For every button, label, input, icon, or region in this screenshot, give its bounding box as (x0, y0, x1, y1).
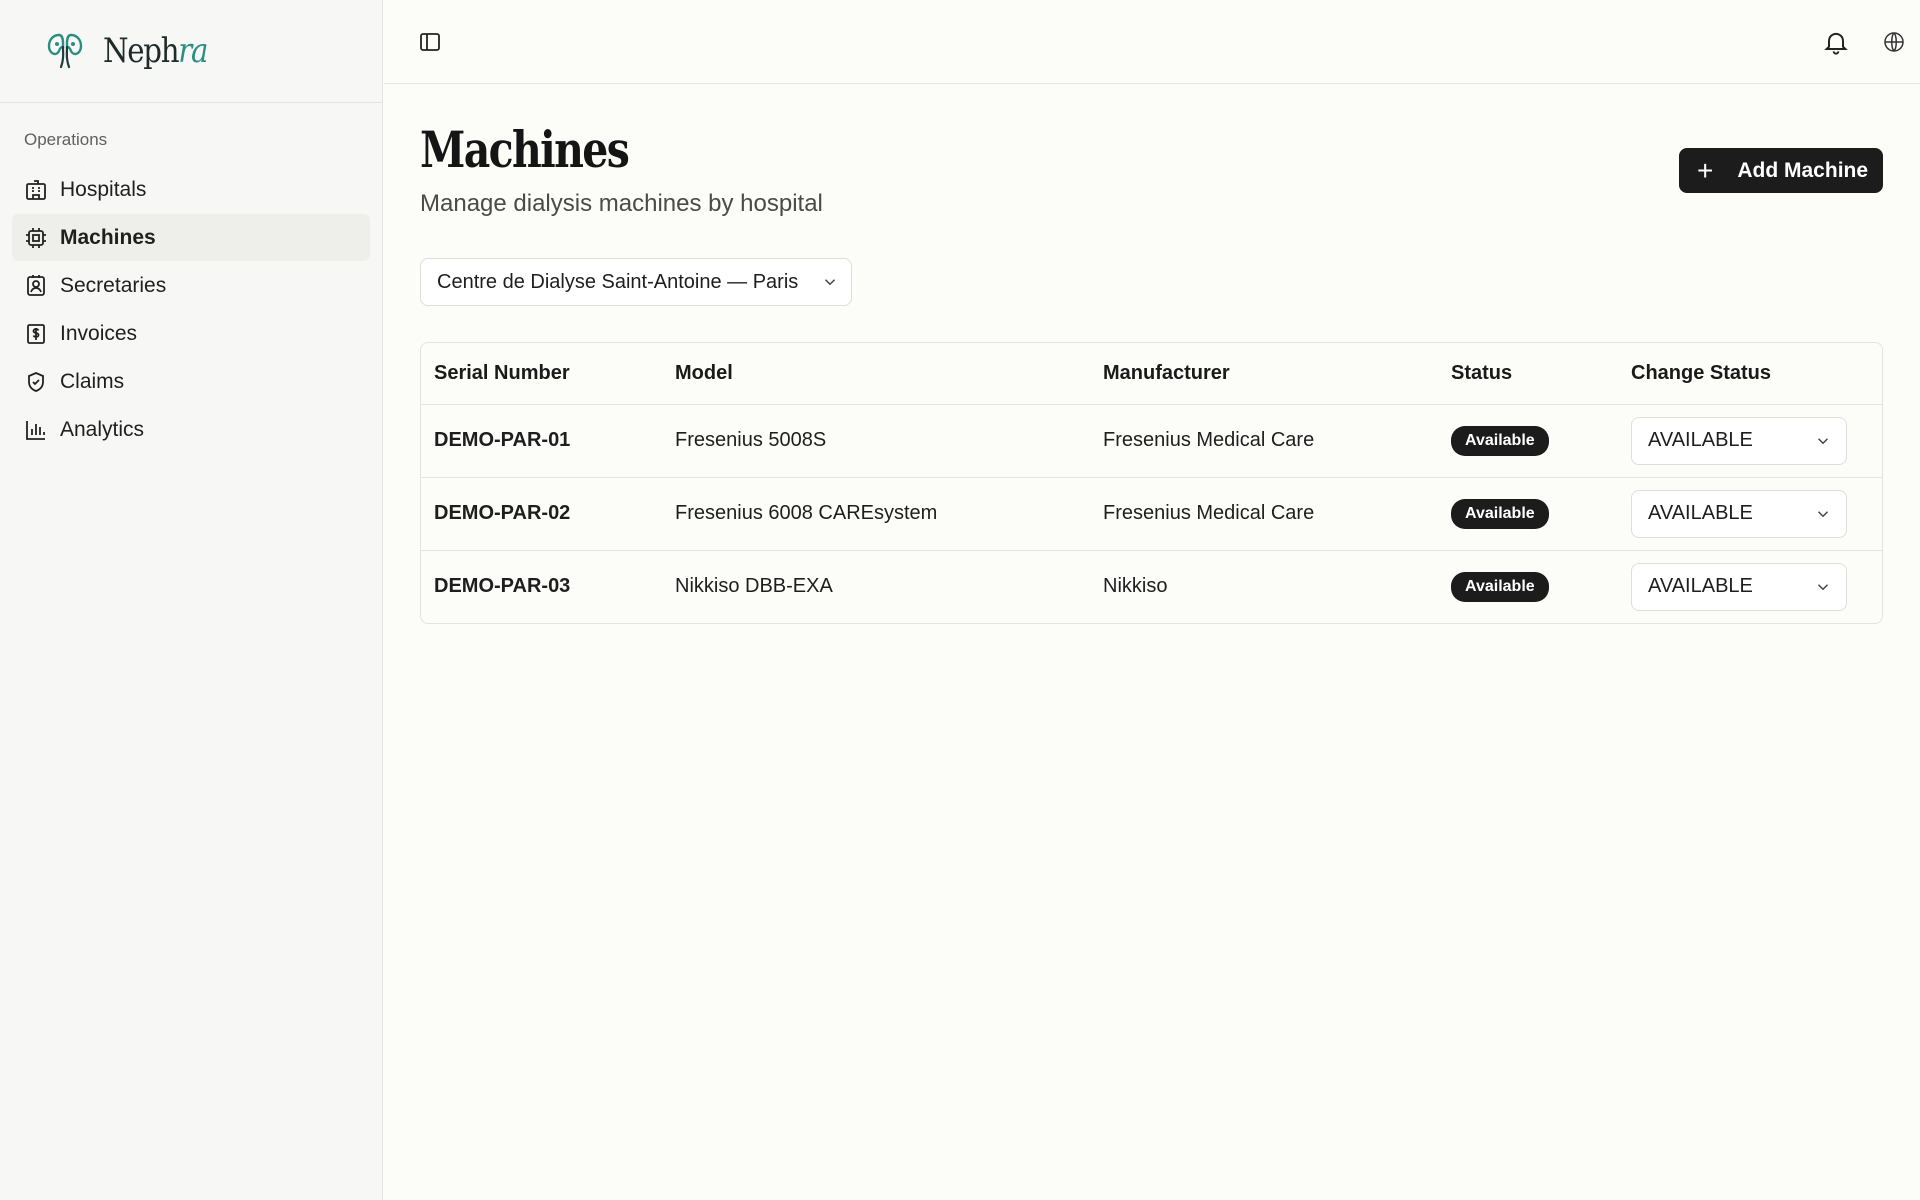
brand-name: Nephra (103, 31, 208, 71)
bar-chart-icon (24, 418, 48, 442)
change-status-select[interactable]: AVAILABLE (1631, 562, 1847, 611)
column-header-status: Status (1438, 343, 1618, 405)
building-icon (24, 178, 48, 202)
chevron-down-icon (824, 279, 836, 286)
sidebar-toggle-icon[interactable] (418, 30, 442, 54)
column-header-serial: Serial Number (421, 343, 662, 405)
table-header-row: Serial Number Model Manufacturer Status … (421, 343, 1882, 405)
page-title: Machines (420, 120, 630, 179)
sidebar-item-claims[interactable]: Claims (12, 358, 370, 405)
machines-table: Serial Number Model Manufacturer Status … (420, 342, 1883, 624)
model-cell: Fresenius 6008 CAREsystem (662, 477, 1090, 551)
manufacturer-cell: Fresenius Medical Care (1090, 477, 1438, 551)
plus-icon: + (1697, 154, 1714, 186)
nav-section-label: Operations (24, 130, 108, 149)
brand[interactable]: Nephra (0, 0, 382, 103)
sidebar-item-label: Machines (60, 225, 156, 249)
sidebar-item-secretaries[interactable]: Secretaries (12, 262, 370, 309)
change-status-cell: AVAILABLE (1618, 550, 1882, 623)
hospital-select-value: Centre de Dialyse Saint-Antoine — Paris (437, 270, 799, 293)
bell-icon[interactable] (1822, 28, 1850, 56)
table-row: DEMO-PAR-03 Nikkiso DBB-EXA Nikkiso Avai… (421, 550, 1882, 623)
sidebar-item-label: Secretaries (60, 273, 167, 297)
column-header-change-status: Change Status (1618, 343, 1882, 405)
serial-number-cell: DEMO-PAR-01 (421, 404, 662, 478)
contact-icon (24, 274, 48, 298)
sidebar-item-machines[interactable]: Machines (12, 214, 370, 261)
chevron-down-icon (1817, 583, 1829, 591)
manufacturer-cell: Nikkiso (1103, 575, 1168, 598)
change-status-select[interactable]: AVAILABLE (1631, 489, 1847, 538)
globe-icon[interactable] (1882, 30, 1906, 54)
add-machine-button[interactable]: + Add Machine (1679, 148, 1883, 193)
column-header-model: Model (662, 343, 1090, 405)
sidebar-item-hospitals[interactable]: Hospitals (12, 166, 370, 213)
serial-number-cell: DEMO-PAR-03 (434, 575, 571, 598)
change-status-value: AVAILABLE (1648, 502, 1753, 524)
status-cell: Available (1438, 477, 1618, 551)
status-badge: Available (1451, 571, 1549, 602)
model-cell: Nikkiso DBB-EXA (675, 575, 833, 598)
change-status-select[interactable]: AVAILABLE (1631, 416, 1847, 465)
shield-check-icon (24, 370, 48, 394)
sidebar-nav: Hospitals Machines Secretaries Invoices … (0, 166, 382, 453)
chevron-down-icon (1817, 510, 1829, 517)
change-status-value: AVAILABLE (1648, 429, 1753, 451)
topbar (384, 0, 1920, 84)
sidebar-item-label: Claims (60, 369, 125, 393)
kidney-logo-icon (47, 33, 83, 69)
table-row: DEMO-PAR-01 Fresenius 5008S Fresenius Me… (421, 404, 1882, 478)
sidebar: Nephra Operations Hospitals Machines Sec… (0, 0, 383, 1200)
chevron-down-icon (1817, 437, 1829, 444)
model-cell: Fresenius 5008S (662, 404, 1090, 478)
sidebar-item-label: Hospitals (60, 177, 147, 201)
status-badge: Available (1451, 498, 1549, 529)
cpu-icon (24, 226, 48, 250)
change-status-value: AVAILABLE (1648, 575, 1753, 598)
page-subtitle: Manage dialysis machines by hospital (420, 190, 823, 217)
manufacturer-cell: Fresenius Medical Care (1090, 404, 1438, 478)
column-header-manufacturer: Manufacturer (1090, 343, 1438, 405)
sidebar-item-invoices[interactable]: Invoices (12, 310, 370, 357)
hospital-select[interactable]: Centre de Dialyse Saint-Antoine — Paris (420, 258, 852, 306)
status-badge: Available (1451, 425, 1549, 456)
table-row: DEMO-PAR-02 Fresenius 6008 CAREsystem Fr… (421, 477, 1882, 551)
add-machine-label: Add Machine (1737, 158, 1869, 182)
sidebar-item-label: Invoices (60, 321, 138, 345)
change-status-cell: AVAILABLE (1618, 477, 1882, 551)
status-cell: Available (1438, 550, 1618, 623)
sidebar-item-analytics[interactable]: Analytics (12, 406, 370, 453)
receipt-icon (24, 322, 48, 346)
sidebar-item-label: Analytics (60, 417, 145, 441)
serial-number-cell: DEMO-PAR-02 (421, 477, 662, 551)
status-cell: Available (1438, 404, 1618, 478)
change-status-cell: AVAILABLE (1618, 404, 1882, 478)
